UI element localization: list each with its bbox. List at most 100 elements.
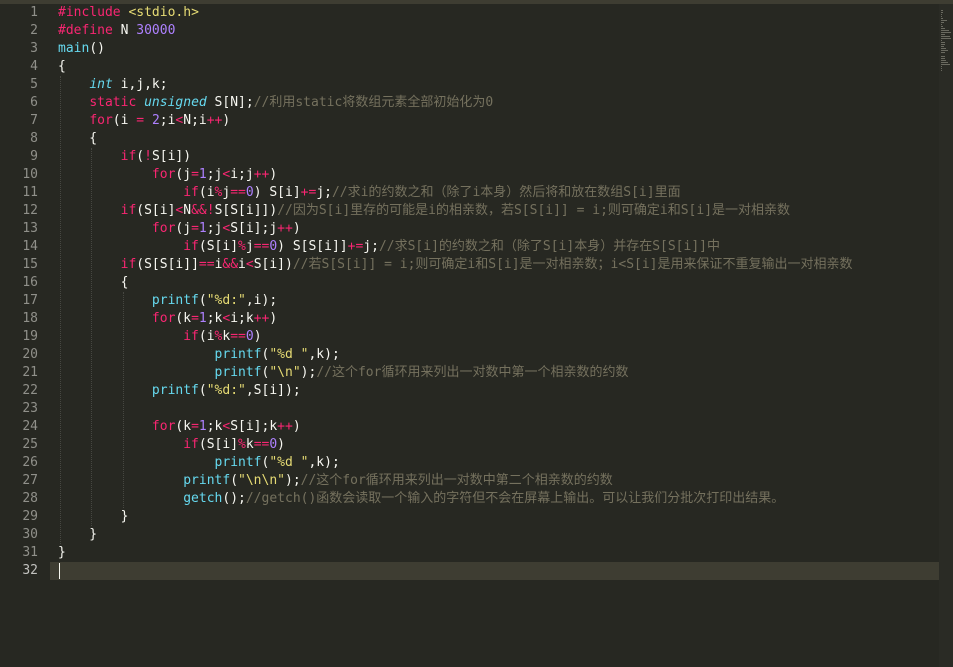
code-editor[interactable]: 1 2 3 4 5 6 7 8 9 10 11 12 13 14 15 16 17 18 19 20 21 22 23 24 2… <box>0 0 953 667</box>
code-line[interactable]: int i,j,k; <box>58 76 168 94</box>
code-line[interactable]: for(j=1;j<S[i];j++) <box>58 220 301 238</box>
line-number: 20 <box>22 347 38 362</box>
code-line[interactable]: printf("%d:",S[i]); <box>58 382 301 400</box>
code-line[interactable]: if(i%j==0) S[i]+=j;//求i的约数之和（除了i本身）然后将和放… <box>58 184 681 202</box>
code-token: = <box>191 419 199 434</box>
code-line[interactable]: #include <stdio.h> <box>58 4 199 22</box>
code-token: "%d:" <box>206 383 246 398</box>
code-line[interactable]: } <box>58 508 129 526</box>
code-line[interactable]: if(S[i]<N&&!S[S[i]])//因为S[i]里存的可能是i的相亲数，… <box>58 202 790 220</box>
code-line[interactable]: getch();//getch()函数会读取一个输入的字符但不会在屏幕上输出。可… <box>58 490 784 508</box>
code-line[interactable]: { <box>58 274 129 292</box>
code-token: 0 <box>245 329 254 344</box>
code-token: ( <box>198 383 207 398</box>
code-token: ) S[S[i]] <box>277 239 348 254</box>
line-number: 1 <box>30 5 38 20</box>
code-line[interactable]: printf("\n");//这个for循环用来列出一对数中第一个相亲数的约数 <box>58 364 629 382</box>
minimap-line <box>941 24 942 25</box>
code-line[interactable]: } <box>58 526 97 544</box>
code-line[interactable]: if(S[i]%k==0) <box>58 436 285 454</box>
code-token: ); <box>285 473 301 488</box>
code-line[interactable]: if(S[S[i]]==i&&i<S[i])//若S[S[i]] = i;则可确… <box>58 256 853 274</box>
code-token: } <box>58 527 98 542</box>
code-line[interactable]: for(k=1;k<S[i];k++) <box>58 418 301 436</box>
line-number: 26 <box>22 455 38 470</box>
code-line[interactable]: if(!S[i]) <box>58 148 191 166</box>
code-token: "%d " <box>269 455 309 470</box>
code-token: //求i的约数之和（除了i本身）然后将和放在数组S[i]里面 <box>331 185 681 200</box>
code-token: 30000 <box>136 23 176 38</box>
code-token: "\n\n" <box>238 473 285 488</box>
code-token: S[i]) <box>151 149 192 164</box>
code-token: j; <box>363 239 379 254</box>
code-token: main <box>58 41 90 56</box>
line-number: 29 <box>22 509 38 524</box>
code-line[interactable]: static unsigned S[N];//利用static将数组元素全部初始… <box>58 94 493 112</box>
line-number: 25 <box>22 437 38 452</box>
code-line[interactable]: for(k=1;k<i;k++) <box>58 310 277 328</box>
code-token: if <box>120 149 137 164</box>
code-line[interactable]: if(S[i]%j==0) S[S[i]]+=j;//求S[i]的约数之和（除了… <box>58 238 720 256</box>
code-token: ,i); <box>245 293 278 308</box>
code-token: if <box>183 329 199 344</box>
code-line[interactable]: printf("%d ",k); <box>58 346 340 364</box>
line-number-gutter[interactable]: 1 2 3 4 5 6 7 8 9 10 11 12 13 14 15 16 17 18 19 20 21 22 23 24 2… <box>0 4 50 667</box>
code-line[interactable]: for(j=1;j<i;j++) <box>58 166 277 184</box>
code-token: S[i]) <box>253 257 293 272</box>
line-number: 32 <box>22 563 38 578</box>
code-token: i,j,k; <box>112 77 168 92</box>
code-line[interactable]: printf("\n\n");//这个for循环用来列出一对数中第二个相亲数的约… <box>58 472 613 490</box>
minimap-line <box>941 22 944 23</box>
line-number: 13 <box>22 221 38 236</box>
code-line[interactable]: for(i = 2;i<N;i++) <box>58 112 230 130</box>
code-token: = <box>191 311 199 326</box>
code-token: == <box>230 185 246 200</box>
code-line[interactable]: printf("%d ",k); <box>58 454 340 472</box>
code-token: ;j <box>206 167 223 182</box>
code-token: ( <box>198 293 207 308</box>
code-token: ;j <box>206 221 223 236</box>
code-token: ;i <box>159 113 176 128</box>
minimap-line <box>941 10 944 11</box>
code-token: if <box>120 203 137 218</box>
line-number: 17 <box>22 293 38 308</box>
code-token: S[i];j <box>230 221 278 236</box>
code-line[interactable]: #define N 30000 <box>58 22 175 40</box>
line-number: 10 <box>22 167 38 182</box>
code-token: ) S[i] <box>253 185 301 200</box>
code-area[interactable]: #include <stdio.h> #define N 30000 main(){… <box>58 4 939 667</box>
minimap-line <box>941 42 945 43</box>
code-token: (S[i] <box>198 239 239 254</box>
code-line[interactable]: { <box>58 130 97 148</box>
code-token: % <box>238 437 246 452</box>
line-number: 9 <box>30 149 38 164</box>
minimap-line <box>941 46 945 47</box>
code-line[interactable]: if(i%k==0) <box>58 328 261 346</box>
code-token: printf <box>151 383 199 398</box>
code-line[interactable]: { <box>58 58 66 76</box>
line-number: 7 <box>30 113 38 128</box>
minimap-line <box>941 32 951 33</box>
line-number: 4 <box>30 59 38 74</box>
code-line[interactable]: main() <box>58 40 105 58</box>
minimap[interactable] <box>939 4 953 667</box>
code-token: i;k <box>230 311 254 326</box>
code-line[interactable]: printf("%d:",i); <box>58 292 277 310</box>
minimap-line <box>941 26 944 27</box>
code-line[interactable]: } <box>58 544 66 562</box>
line-number: 27 <box>22 473 38 488</box>
code-token: += <box>300 185 317 200</box>
